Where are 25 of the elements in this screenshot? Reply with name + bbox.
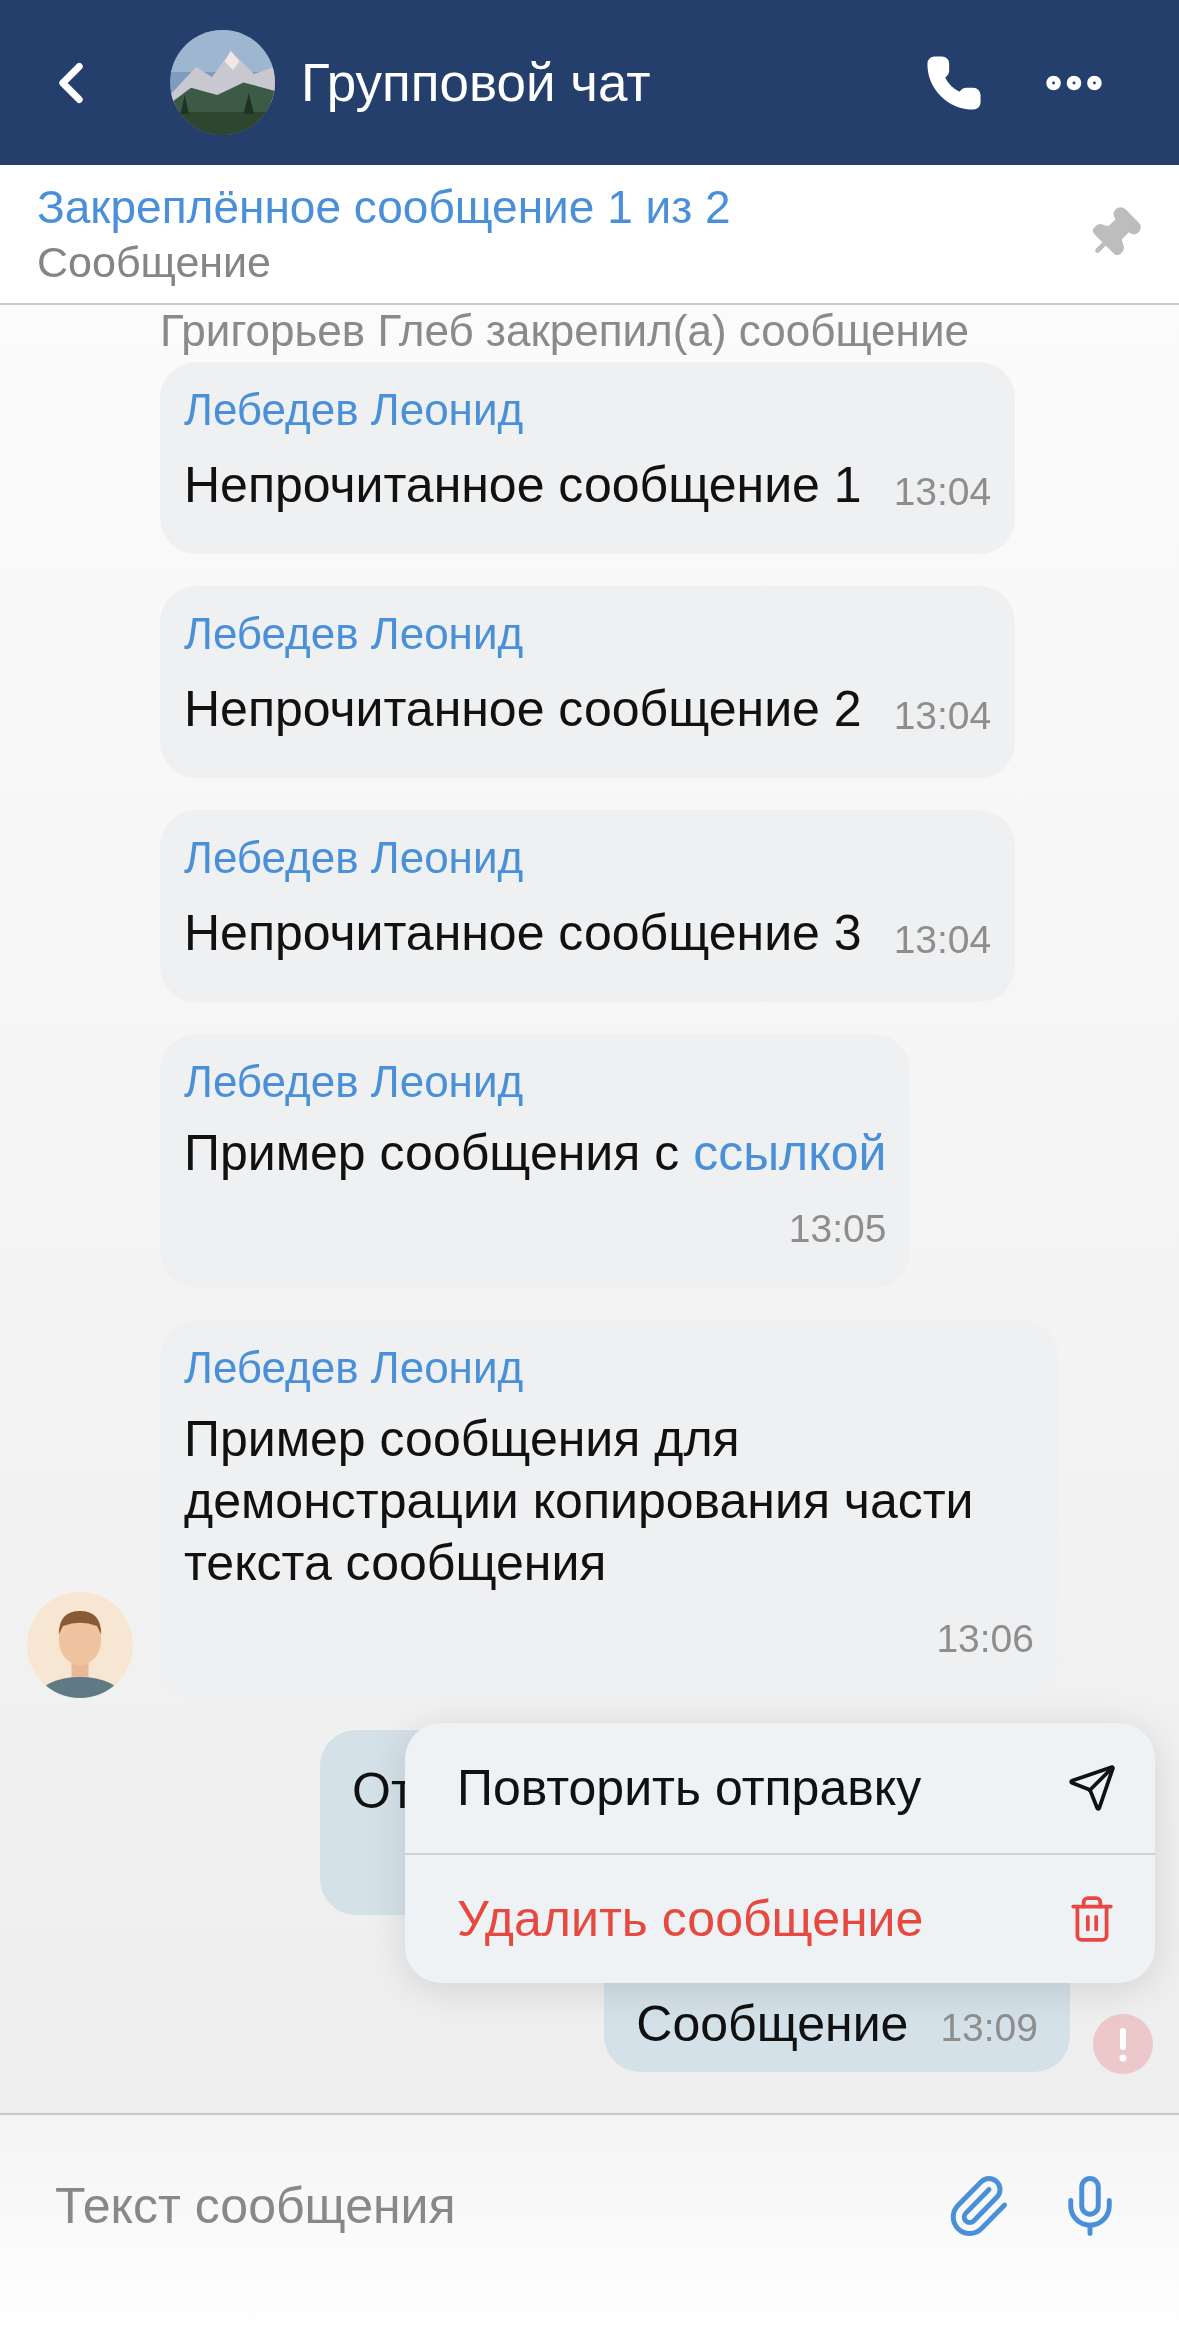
author-name: Лебедев Леонид [184,384,525,436]
message-text: Непрочитанное сообщение 2 [184,680,862,739]
pinned-text: Сообщение [37,237,272,288]
author-name: Лебедев Леонид [184,608,525,660]
message-text: Непрочитанное сообщение 1 [184,456,862,515]
phone-icon[interactable] [925,53,983,112]
pinned-title: Закреплённое сообщение 1 из 2 [37,180,732,235]
author-name: Лебедев Леонид [184,832,525,884]
message-link[interactable]: ссылкой [693,1125,887,1181]
message-text: Пример сообщения с ссылкой [184,1124,887,1183]
send-icon [1067,1763,1117,1813]
message-text: Сообщение [636,1994,909,2054]
message-time: 13:06 [936,1616,1034,1662]
message-time: 13:04 [893,693,992,739]
author-name: Лебедев Леонид [184,1342,525,1394]
message-text: Непрочитанное сообщение 3 [184,904,862,963]
author-name: Лебедев Леонид [184,1056,525,1108]
system-notice: Григорьев Глеб закрепил(а) сообщение [160,306,969,355]
menu-item[interactable]: Удалить сообщение [405,1853,1155,1983]
message-text: Пример сообщения для демонстрации копирования части текста сообщения [184,1410,975,1593]
message-time: 13:04 [893,469,992,515]
message-time: 13:05 [788,1206,887,1252]
message-time: 13:04 [893,917,992,963]
chat-title: Групповой чат [301,51,651,114]
message-time: 13:09 [940,2005,1038,2052]
